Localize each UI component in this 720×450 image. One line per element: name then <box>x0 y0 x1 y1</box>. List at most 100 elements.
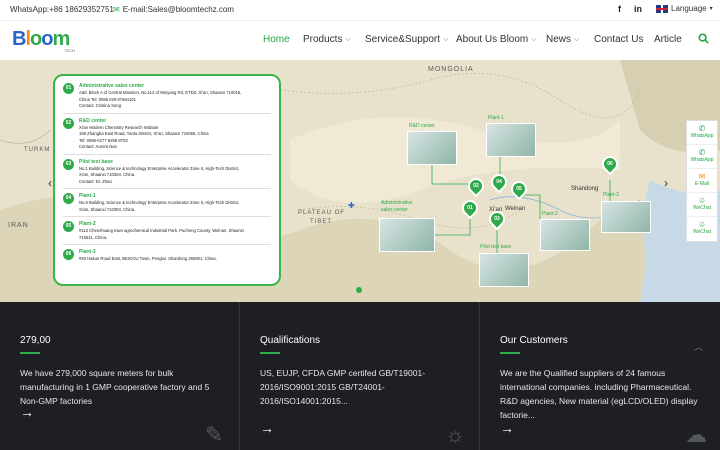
chevron-down-icon: ▾ <box>709 6 713 12</box>
wechat-icon: ☺ <box>697 220 707 229</box>
entry-number: 04 <box>63 193 74 204</box>
pin-number: 02 <box>473 183 479 189</box>
facebook-icon[interactable]: f <box>618 4 621 14</box>
nav-news[interactable]: News ⌵ <box>546 34 579 45</box>
map-next-arrow-icon[interactable]: › <box>664 176 668 190</box>
chevron-down-icon: ⌵ <box>574 35 580 43</box>
entry-line: 715511, China. <box>79 234 108 240</box>
location-entry: 04 Plant-1 No.6 Building, Science & tech… <box>63 192 271 217</box>
entry-line: Xi'an, Shaanxi 710304, China. <box>79 206 136 212</box>
sidebar-whatsapp-2[interactable]: ✆ WhatsApp <box>687 145 717 169</box>
arrow-right-icon[interactable]: → <box>500 420 514 436</box>
entry-line: Contact: Cristina Song <box>79 103 121 108</box>
nav-article[interactable]: Article <box>654 34 682 45</box>
stat-description: We are the Qualified suppliers of 24 fam… <box>500 368 698 420</box>
entry-number: 06 <box>63 249 74 260</box>
nav-label: News <box>546 34 572 45</box>
stat-column-qualifications: Qualifications US, EUJP, CFDA GMP certif… <box>240 302 480 450</box>
location-entry: 03 Pilot test base No.1 Building, Scienc… <box>63 158 271 189</box>
nav-label: Service&Support <box>365 34 441 45</box>
email-text: E-mail:Sales@bloomtechz.com <box>122 5 234 14</box>
logo-letter: B <box>12 28 26 50</box>
logo-letter: o <box>41 28 53 50</box>
entry-number: 02 <box>63 117 74 129</box>
locations-info-card: 01 Administrative sales center Add: Bloc… <box>53 74 281 286</box>
nav-about-us[interactable]: About Us Bloom ⌵ <box>456 34 537 45</box>
arrow-right-icon[interactable]: → <box>20 404 34 420</box>
entry-title: Pilot test base <box>79 158 113 165</box>
email-contact[interactable]: ✉ E-mail:Sales@bloomtechz.com <box>113 5 234 14</box>
main-nav: Bloom TECH Home Products ⌵ Service&Suppor… <box>0 20 720 60</box>
nav-contact-us[interactable]: Contact Us <box>594 34 643 45</box>
whatsapp-text: WhatsApp:+86 18629352751 <box>10 5 114 14</box>
design-tools-icon: ✎ <box>205 422 224 447</box>
floating-contact-sidebar: ✆ WhatsApp ✆ WhatsApp ✉ E-Mail ☺ WeChat … <box>686 120 718 242</box>
chevron-down-icon: ⌵ <box>443 35 449 43</box>
uk-flag-icon <box>656 4 668 13</box>
sidebar-wechat-2[interactable]: ☺ WeChat <box>687 217 717 241</box>
sidebar-label: E-Mail <box>694 181 710 187</box>
stat-column-customers: Our Customers We are the Qualified suppl… <box>480 302 720 450</box>
logo-tagline: TECH <box>64 48 75 53</box>
stat-column-factory: 279,00 We have 279,000 square meters for… <box>0 302 240 450</box>
entry-line: #113 Chenzhuang town agrochemical Indust… <box>79 228 244 233</box>
accent-bar <box>260 352 280 354</box>
entry-title: Plant-1 <box>79 193 96 199</box>
search-icon[interactable] <box>698 33 709 47</box>
cloud-network-icon: ☁ <box>685 422 707 447</box>
pin-number: 01 <box>467 205 473 211</box>
language-label: Language <box>671 4 707 13</box>
sidebar-wechat-1[interactable]: ☺ WeChat <box>687 193 717 217</box>
stat-title: Our Customers <box>500 335 568 346</box>
stat-description: US, EUJP, CFDA GMP certifed GB/T19001-20… <box>260 368 426 406</box>
map-marker-icon: ✚ <box>348 201 355 210</box>
whatsapp-icon: ✆ <box>698 148 706 157</box>
stat-title: Qualifications <box>260 335 321 346</box>
bloom-logo[interactable]: Bloom TECH <box>12 28 76 56</box>
entry-line: Contact: Dr. Zhao <box>79 178 112 184</box>
logo-letter: m <box>52 28 70 50</box>
entry-line: #93 Haitun Road East, BEIGOU Town, Pengl… <box>79 256 217 261</box>
chevron-down-icon: ⌵ <box>531 35 537 43</box>
sidebar-email[interactable]: ✉ E-Mail <box>687 169 717 193</box>
entry-number: 03 <box>63 158 74 170</box>
nav-home[interactable]: Home <box>263 34 290 45</box>
entry-line: Contact: Aurora Nan <box>79 144 117 149</box>
entry-number: 01 <box>63 83 74 94</box>
linkedin-icon[interactable]: in <box>634 4 642 14</box>
nav-label: Products <box>303 34 343 45</box>
nav-products[interactable]: Products ⌵ <box>303 34 351 45</box>
wechat-icon: ☺ <box>697 196 707 205</box>
location-entry: 06 Plant-3 #93 Haitun Road East, BEIGOU … <box>63 248 271 266</box>
entry-title: Plant-2 <box>79 221 96 227</box>
location-entry: 02 R&D center Xi'an Modern Chemistry Res… <box>63 117 271 155</box>
chevron-down-icon: ⌵ <box>345 35 351 43</box>
pin-number: 03 <box>494 216 500 222</box>
sidebar-label: WeChat <box>693 205 711 211</box>
sidebar-label: WhatsApp <box>690 157 714 163</box>
mail-icon: ✉ <box>113 5 120 14</box>
accent-bar <box>500 352 520 354</box>
whatsapp-contact[interactable]: WhatsApp:+86 18629352751 <box>10 5 114 14</box>
language-selector[interactable]: Language ▾ <box>656 4 713 13</box>
lightbulb-icon: ☼ <box>445 422 466 447</box>
nav-label: Article <box>654 34 682 45</box>
map-dot-icon <box>356 287 362 293</box>
nav-service-support[interactable]: Service&Support ⌵ <box>365 34 448 45</box>
accent-bar <box>20 352 40 354</box>
pin-number: 05 <box>516 186 522 192</box>
sidebar-whatsapp-1[interactable]: ✆ WhatsApp <box>687 121 717 145</box>
top-bar: WhatsApp:+86 18629352751 ✉ E-mail:Sales@… <box>0 0 720 20</box>
entry-number: 05 <box>63 221 74 232</box>
scroll-up-icon[interactable]: ︿ <box>694 340 703 353</box>
map-prev-arrow-icon[interactable]: ‹ <box>48 176 52 190</box>
mail-icon: ✉ <box>698 172 706 181</box>
logo-letter: o <box>30 28 42 50</box>
pin-number: 04 <box>496 179 502 185</box>
nav-label: Contact Us <box>594 34 644 45</box>
whatsapp-icon: ✆ <box>698 124 706 133</box>
stat-description: We have 279,000 square meters for bulk m… <box>20 368 210 406</box>
nav-label: About Us Bloom <box>456 34 529 45</box>
entry-title: R&D center <box>79 117 107 124</box>
arrow-right-icon[interactable]: → <box>260 420 274 436</box>
